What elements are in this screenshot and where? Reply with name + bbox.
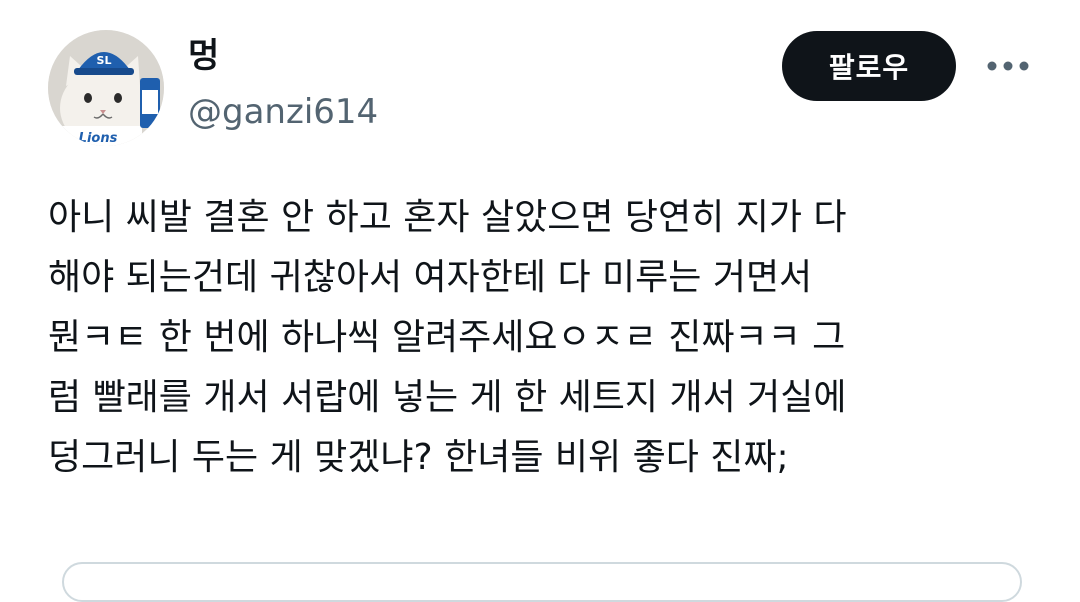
tweet-line: 럼 빨래를 개서 서랍에 넣는 게 한 세트지 개서 거실에: [48, 377, 847, 418]
tweet-line: 덩그러니 두는 게 맞겠냐? 한녀들 비위 좋다 진짜;: [48, 437, 789, 478]
display-name[interactable]: 멍: [188, 36, 219, 77]
more-horizontal-icon: [987, 61, 1029, 71]
tweet-text: 아니 씨발 결혼 안 하고 혼자 살았으면 당연히 지가 다 해야 되는건데 귀…: [48, 188, 1048, 488]
tweet-line: 해야 되는건데 귀찮아서 여자한테 다 미루는 거면서: [48, 257, 813, 298]
tweet-line: 뭔ㅋㅌ 한 번에 하나씩 알려주세요ㅇㅈㄹ 진짜ㅋㅋ 그: [48, 317, 846, 358]
user-handle[interactable]: @ganzi614: [188, 92, 378, 133]
cap-logo-text: SL: [97, 54, 112, 67]
towel-logo-text: Lions: [79, 131, 118, 146]
avatar[interactable]: SL Lions: [48, 30, 164, 146]
cat-avatar-icon: SL Lions: [48, 30, 164, 146]
tweet-line: 아니 씨발 결혼 안 하고 혼자 살았으면 당연히 지가 다: [48, 197, 847, 238]
more-options-button[interactable]: [982, 48, 1034, 84]
follow-button[interactable]: 팔로우: [782, 31, 956, 101]
quoted-card-edge[interactable]: [62, 562, 1022, 602]
